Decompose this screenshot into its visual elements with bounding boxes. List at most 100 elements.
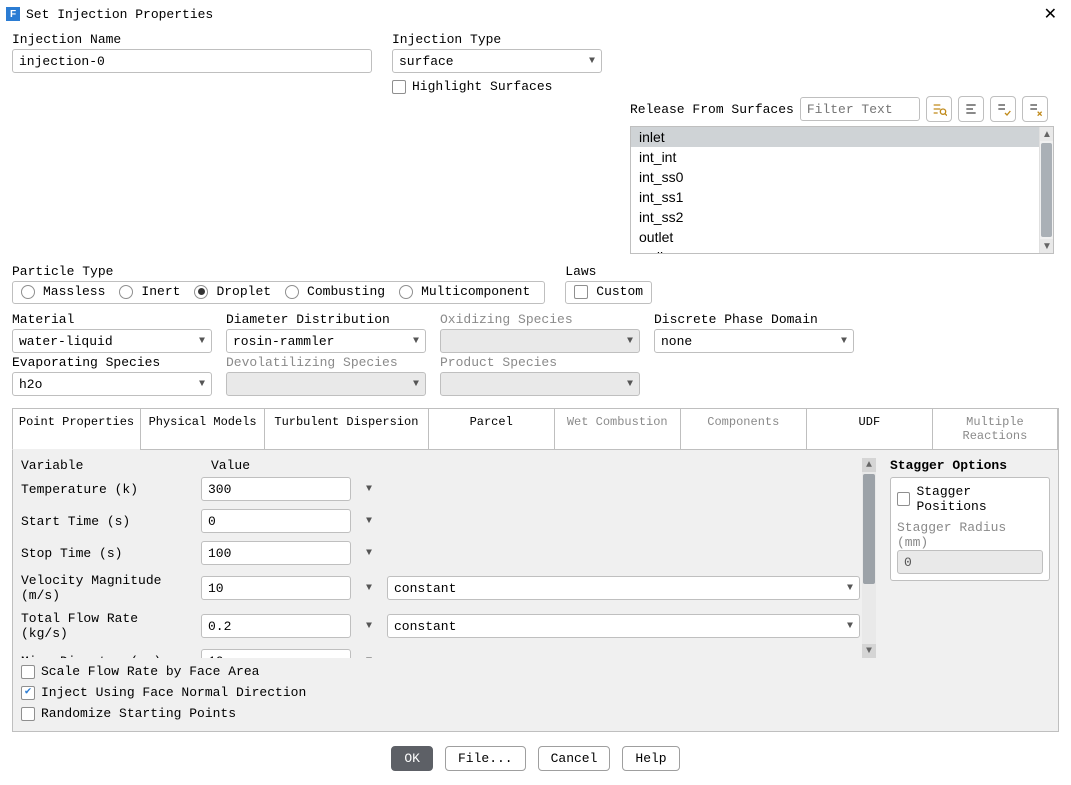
particle-type-radio[interactable]: [21, 285, 35, 299]
surface-item[interactable]: int_ss2: [631, 207, 1039, 227]
chevron-down-icon: ▼: [847, 583, 853, 594]
cancel-button[interactable]: Cancel: [538, 746, 611, 771]
surface-item[interactable]: int_ss1: [631, 187, 1039, 207]
surface-deselect-all-button[interactable]: [1022, 96, 1048, 122]
surface-select-all-button[interactable]: [990, 96, 1016, 122]
material-label: Material: [12, 312, 212, 327]
highlight-surfaces-label: Highlight Surfaces: [412, 79, 552, 94]
property-row: Temperature (k)▼: [21, 477, 860, 501]
property-type-select[interactable]: constant▼: [387, 576, 860, 600]
custom-laws-label: Custom: [596, 284, 643, 299]
discrete-phase-domain-select[interactable]: none▼: [654, 329, 854, 353]
randomize-points-label: Randomize Starting Points: [41, 706, 236, 721]
chevron-down-icon[interactable]: ▼: [361, 516, 377, 527]
oxidizing-species-label: Oxidizing Species: [440, 312, 640, 327]
tab-turbulent-dispersion[interactable]: Turbulent Dispersion: [264, 408, 428, 450]
scroll-thumb[interactable]: [1041, 143, 1052, 237]
scale-flow-rate-checkbox[interactable]: [21, 665, 35, 679]
particle-type-option: Massless: [43, 284, 105, 299]
particle-type-radio[interactable]: [119, 285, 133, 299]
property-row: Min. Diameter (mm)▼: [21, 649, 860, 658]
evaporating-species-select[interactable]: h2o▼: [12, 372, 212, 396]
custom-laws-checkbox[interactable]: [574, 285, 588, 299]
list-icon: [963, 101, 979, 117]
oxidizing-species-select: ▼: [440, 329, 640, 353]
surface-item[interactable]: inlet: [631, 127, 1039, 147]
chevron-down-icon[interactable]: ▼: [361, 583, 377, 594]
injection-name-input[interactable]: [12, 49, 372, 73]
tabs-bar: Point PropertiesPhysical ModelsTurbulent…: [12, 408, 1059, 450]
tab-wet-combustion: Wet Combustion: [554, 408, 680, 450]
inject-face-normal-label: Inject Using Face Normal Direction: [41, 685, 306, 700]
property-row: Start Time (s) ▼: [21, 509, 860, 533]
scroll-up-icon[interactable]: ▲: [862, 458, 876, 472]
tab-parcel[interactable]: Parcel: [428, 408, 554, 450]
surfaces-listbox[interactable]: inletint_intint_ss0int_ss1int_ss2outletw…: [630, 126, 1054, 254]
property-value-input[interactable]: [201, 541, 351, 565]
stagger-positions-checkbox[interactable]: [897, 492, 910, 506]
particle-type-radio[interactable]: [194, 285, 208, 299]
laws-label: Laws: [565, 264, 652, 279]
surface-sort-button[interactable]: [958, 96, 984, 122]
close-button[interactable]: ✕: [1038, 4, 1063, 24]
diameter-distribution-select[interactable]: rosin-rammler▼: [226, 329, 426, 353]
tab-physical-models[interactable]: Physical Models: [140, 408, 264, 450]
surfaces-filter-input[interactable]: [800, 97, 920, 121]
surface-search-button[interactable]: [926, 96, 952, 122]
search-list-icon: [931, 101, 947, 117]
release-from-surfaces-label: Release From Surfaces: [630, 102, 794, 117]
randomize-points-checkbox[interactable]: [21, 707, 35, 721]
scroll-down-icon[interactable]: ▼: [1040, 239, 1054, 253]
scroll-up-icon[interactable]: ▲: [1040, 127, 1054, 141]
property-value-input[interactable]: [201, 649, 351, 658]
property-value-input[interactable]: [201, 614, 351, 638]
chevron-down-icon: ▼: [627, 336, 633, 347]
listbox-scrollbar[interactable]: ▲ ▼: [1039, 127, 1053, 253]
property-row: Velocity Magnitude (m/s)▼constant▼: [21, 573, 860, 603]
chevron-down-icon[interactable]: ▼: [361, 656, 377, 659]
surface-item[interactable]: wall: [631, 247, 1039, 253]
help-button[interactable]: Help: [622, 746, 679, 771]
list-x-icon: [1027, 101, 1043, 117]
property-row: Stop Time (s)▼: [21, 541, 860, 565]
stagger-radius-label: Stagger Radius (mm): [897, 520, 1043, 550]
particle-type-option: Multicomponent: [421, 284, 530, 299]
highlight-surfaces-checkbox[interactable]: [392, 80, 406, 94]
diameter-distribution-label: Diameter Distribution: [226, 312, 426, 327]
stagger-options-title: Stagger Options: [890, 458, 1050, 473]
scroll-thumb[interactable]: [863, 474, 875, 584]
chevron-down-icon[interactable]: ▼: [361, 621, 377, 632]
tab-components: Components: [680, 408, 806, 450]
dialog-footer: OK File... Cancel Help: [12, 746, 1059, 771]
chevron-down-icon: ▼: [627, 379, 633, 390]
material-select[interactable]: water-liquid▼: [12, 329, 212, 353]
particle-type-radio[interactable]: [399, 285, 413, 299]
property-value-input[interactable]: [201, 509, 351, 533]
injection-type-value: surface: [399, 54, 454, 69]
chevron-down-icon[interactable]: ▼: [361, 548, 377, 559]
surface-item[interactable]: outlet: [631, 227, 1039, 247]
chevron-down-icon: ▼: [841, 336, 847, 347]
props-scrollbar[interactable]: ▲ ▼: [862, 458, 876, 658]
ok-button[interactable]: OK: [391, 746, 433, 771]
property-value-input[interactable]: [201, 576, 351, 600]
tab-point-properties[interactable]: Point Properties: [12, 408, 140, 450]
particle-type-radio[interactable]: [285, 285, 299, 299]
property-value-input[interactable]: [201, 477, 351, 501]
column-variable-header: Variable: [21, 458, 191, 473]
property-type-select[interactable]: constant▼: [387, 614, 860, 638]
tab-udf[interactable]: UDF: [806, 408, 932, 450]
point-properties-panel: ▲ ▼ Variable Value Temperature (k)▼Start…: [12, 450, 1059, 732]
property-label: Total Flow Rate (kg/s): [21, 611, 191, 641]
chevron-down-icon: ▼: [413, 379, 419, 390]
chevron-down-icon[interactable]: ▼: [361, 484, 377, 495]
scroll-down-icon[interactable]: ▼: [862, 644, 876, 658]
property-label: Start Time (s): [21, 514, 191, 529]
injection-type-select[interactable]: surface ▼: [392, 49, 602, 73]
app-icon: F: [6, 7, 20, 21]
scale-flow-rate-label: Scale Flow Rate by Face Area: [41, 664, 259, 679]
surface-item[interactable]: int_ss0: [631, 167, 1039, 187]
inject-face-normal-checkbox[interactable]: [21, 686, 35, 700]
file-button[interactable]: File...: [445, 746, 526, 771]
surface-item[interactable]: int_int: [631, 147, 1039, 167]
